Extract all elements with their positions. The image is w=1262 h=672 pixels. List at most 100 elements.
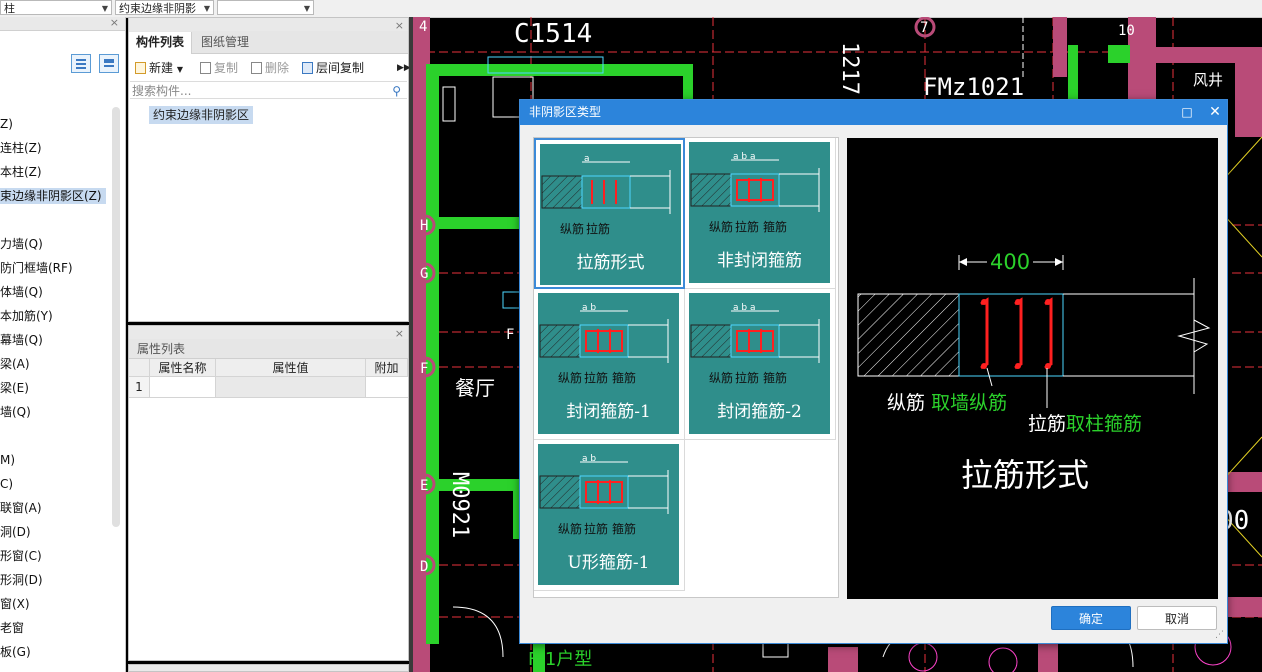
ok-button[interactable]: 确定 — [1051, 606, 1131, 630]
type-dimension-labels: a b a — [733, 303, 756, 313]
cad-axis-label: D — [420, 559, 428, 575]
type-dimension-labels: a b — [582, 454, 597, 464]
tree-item[interactable]: 本柱(Z) — [0, 164, 42, 180]
type-label: 封闭箍筋-1 — [566, 402, 651, 422]
tree-item[interactable]: 力墙(Q) — [0, 236, 43, 252]
type-card: a b 纵筋 拉筋 箍筋 U形箍筋-1 — [538, 444, 679, 585]
cad-axis-label: 4 — [419, 19, 427, 35]
type-part-label: 拉筋 — [586, 222, 611, 236]
type-part-label: 纵筋 — [709, 220, 734, 234]
component-subtype-value: 约束边缘非阴影 — [119, 2, 196, 15]
cad-axis-label: F — [420, 361, 428, 377]
floor-copy-label: 层间复制 — [316, 61, 365, 75]
table-row[interactable]: 1 — [129, 377, 408, 398]
tab-drawing-management[interactable]: 图纸管理 — [194, 32, 256, 53]
tab-component-list[interactable]: 构件列表 — [129, 32, 193, 54]
component-name-combo[interactable]: ▼ — [217, 0, 314, 15]
property-list-panel: × 属性列表 属性名称 属性值 附加 1 — [128, 325, 409, 661]
close-icon[interactable]: ✕ — [1206, 104, 1224, 120]
tree-item[interactable]: 束边缘非阴影区(Z) — [0, 188, 106, 204]
preview-drawing — [857, 255, 1211, 408]
tree-item[interactable]: 梁(E) — [0, 380, 29, 396]
preview-rebar-name-1: 纵筋 — [887, 392, 926, 414]
tree-item[interactable]: 防门框墙(RF) — [0, 260, 73, 276]
preview-rebar-label-1: 纵筋 取墙纵筋 — [887, 388, 1007, 415]
property-extra-cell[interactable] — [366, 377, 408, 397]
preview-title: 拉筋形式 — [960, 456, 1089, 494]
type-dimension-labels: a b a — [733, 152, 756, 162]
type-part-label: 箍筋 — [763, 371, 788, 385]
preview-rebar-label-2: 拉筋取柱箍筋 — [1028, 409, 1142, 436]
tree-item[interactable]: 老窗 — [0, 620, 24, 636]
tree-item[interactable]: 本加筋(Y) — [0, 308, 53, 324]
row-index-header — [129, 359, 150, 377]
tree-item[interactable]: 梁(A) — [0, 356, 30, 372]
type-label: 非封闭箍筋 — [717, 251, 802, 271]
top-toolbar: 柱 ▼ 约束边缘非阴影 ▼ ▼ — [0, 0, 1262, 18]
column-header-value: 属性值 — [216, 359, 366, 377]
property-value-cell[interactable] — [216, 377, 366, 397]
component-list-item[interactable]: 约束边缘非阴影区 — [149, 106, 254, 124]
component-search-input[interactable]: 搜索构件... ⚲ — [130, 81, 407, 99]
type-dimension-labels: a b — [582, 303, 597, 313]
tree-item[interactable]: 形洞(D) — [0, 572, 43, 588]
component-subtype-combo[interactable]: 约束边缘非阴影 ▼ — [115, 0, 214, 15]
tree-item[interactable]: Z) — [0, 116, 13, 132]
chevron-down-icon: ▼ — [303, 4, 310, 13]
tree-item[interactable]: M) — [0, 452, 15, 468]
type-option[interactable]: a b a 纵筋 拉筋 箍筋 封闭箍筋-2 — [685, 289, 836, 440]
new-button[interactable]: 新建 ▼ — [135, 60, 183, 76]
delete-icon — [251, 62, 262, 74]
component-type-combo[interactable]: 柱 ▼ — [0, 0, 112, 15]
type-part-label: 纵筋 — [558, 522, 583, 536]
type-option[interactable]: a b 纵筋 拉筋 箍筋 封闭箍筋-1 — [534, 289, 685, 440]
search-placeholder: 搜索构件... — [132, 84, 192, 98]
tree-item[interactable]: 板(G) — [0, 644, 31, 660]
new-icon — [135, 62, 146, 74]
tree-item[interactable]: 洞(D) — [0, 524, 31, 540]
tree-panel-header: × — [0, 16, 125, 31]
cad-door-label: FMz1021 — [923, 73, 1024, 101]
tree-item[interactable]: 体墙(Q) — [0, 284, 43, 300]
type-part-label: 箍筋 — [763, 220, 788, 234]
type-part-label: 箍筋 — [612, 371, 637, 385]
property-panel-header — [129, 326, 408, 339]
preview-rebar-note-2: 取柱箍筋 — [1066, 413, 1143, 435]
dialog-title-bar[interactable]: 非阴影区类型 □ ✕ — [520, 100, 1227, 125]
navigation-tree-panel: × Z) 连柱(Z) 本柱(Z) 束边缘非阴影区(Z) 力墙(Q) 防门框墙(RF) 体墙(… — [0, 16, 126, 672]
tree-item[interactable]: 连柱(Z) — [0, 140, 42, 156]
tree-item[interactable]: C) — [0, 476, 13, 492]
preview-dimension: 400 — [987, 251, 1034, 273]
cad-room-label: 餐厅 — [455, 376, 495, 400]
type-option[interactable]: a 纵筋 拉筋 拉筋形式 — [534, 138, 685, 289]
copy-button[interactable]: 复制 — [200, 60, 238, 76]
tree-item[interactable]: 联窗(A) — [0, 500, 42, 516]
floor-copy-button[interactable]: 层间复制 — [302, 60, 364, 76]
row-index: 1 — [129, 377, 150, 397]
tree-item[interactable]: 形窗(C) — [0, 548, 42, 564]
type-card: a 纵筋 拉筋 拉筋形式 — [538, 142, 683, 287]
type-card: a b a 纵筋 拉筋 箍筋 封闭箍筋-2 — [689, 293, 830, 434]
tree-item[interactable]: 幕墙(Q) — [0, 332, 43, 348]
tree-item[interactable]: 墙(Q) — [0, 404, 31, 420]
maximize-icon[interactable]: □ — [1178, 104, 1196, 120]
close-icon[interactable]: × — [110, 16, 119, 29]
search-icon[interactable]: ⚲ — [392, 82, 401, 100]
type-option[interactable]: a b 纵筋 拉筋 箍筋 U形箍筋-1 — [534, 440, 685, 591]
non-shadow-type-dialog: 非阴影区类型 □ ✕ a 纵筋 拉筋 拉筋形式 a b a 纵筋 拉筋 箍筋 非封闭箍筋 a b纵… — [519, 99, 1228, 644]
type-part-label: 纵筋 — [709, 371, 734, 385]
type-part-label: 纵筋 — [558, 371, 583, 385]
copy-icon — [200, 62, 211, 74]
cad-axis-label: E — [420, 478, 428, 494]
cancel-button[interactable]: 取消 — [1137, 606, 1217, 630]
detail-view-button[interactable] — [99, 54, 119, 73]
list-view-button[interactable] — [71, 54, 91, 73]
tree-scrollbar[interactable] — [112, 107, 120, 527]
tree-item[interactable]: 窗(X) — [0, 596, 30, 612]
column-header-extra: 附加 — [366, 359, 408, 377]
property-name-cell[interactable] — [150, 377, 216, 397]
delete-button[interactable]: 删除 — [251, 60, 289, 76]
cad-axis-label: F — [506, 327, 514, 343]
resize-grip-icon[interactable]: ⋰ — [1215, 630, 1224, 640]
type-option[interactable]: a b a 纵筋 拉筋 箍筋 非封闭箍筋 — [685, 138, 836, 289]
